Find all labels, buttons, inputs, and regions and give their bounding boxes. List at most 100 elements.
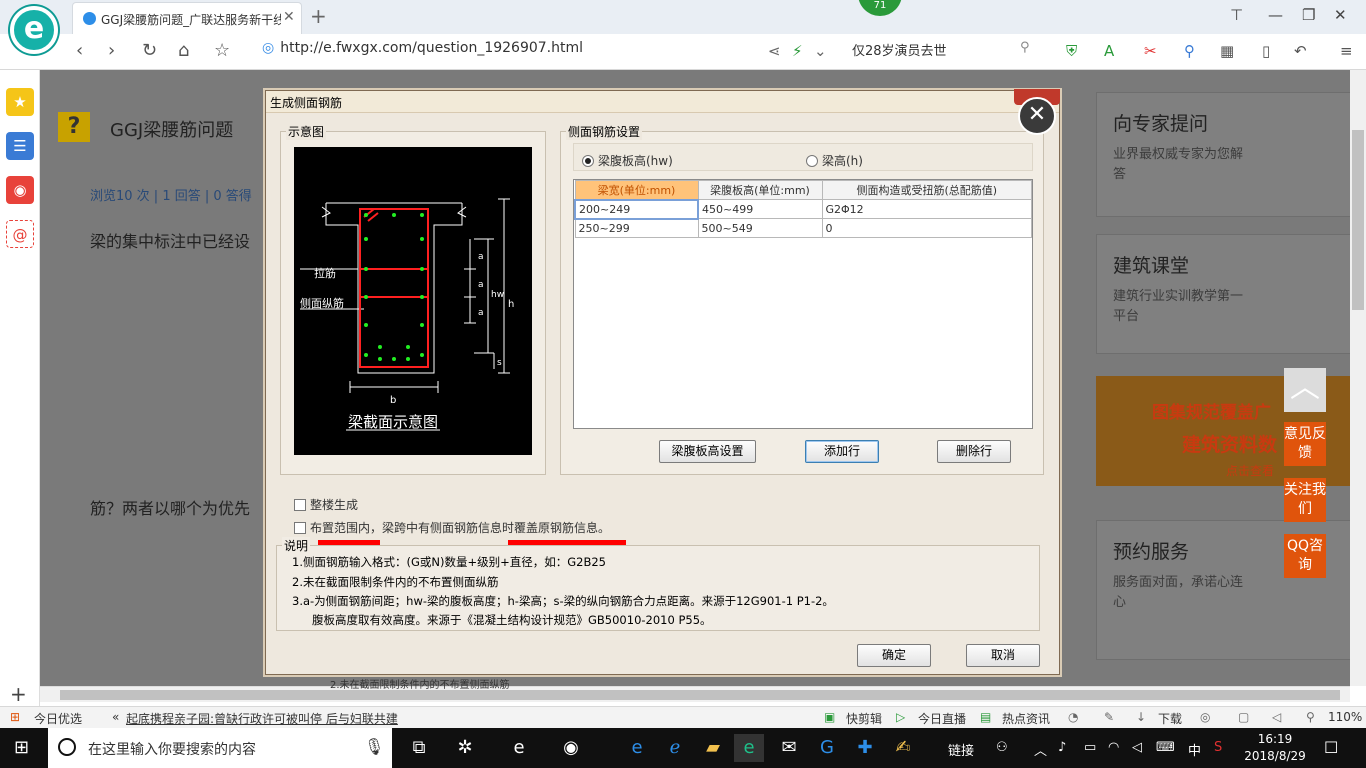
horizontal-scrollbar[interactable] — [40, 686, 1350, 702]
radio-unselected-icon[interactable] — [806, 155, 818, 167]
cancel-button[interactable]: 取消 — [966, 644, 1040, 667]
grid-cell[interactable]: 450~499 — [697, 199, 823, 219]
links-label[interactable]: 链接 — [948, 740, 974, 759]
grid-header[interactable]: 侧面构造或受扭筋(总配筋值) — [821, 180, 1032, 200]
chevron-down-icon[interactable]: ⌄ — [814, 42, 827, 60]
windows-start-icon[interactable]: ⊞ — [14, 737, 29, 758]
forward-icon[interactable]: › — [108, 40, 115, 61]
refresh-icon[interactable]: ↻ — [142, 40, 157, 61]
grid-cell[interactable]: 250~299 — [574, 218, 699, 238]
card-classroom[interactable]: 建筑课堂 建筑行业实训教学第一平台 — [1096, 234, 1366, 354]
radio-selected-icon[interactable] — [582, 155, 594, 167]
grid-cell[interactable]: 500~549 — [697, 218, 823, 238]
web-height-settings-button[interactable]: 梁腹板高设置 — [659, 440, 756, 463]
radio-web-height[interactable]: 梁腹板高(hw) — [582, 152, 673, 169]
feedback-button[interactable]: 意见反馈 — [1284, 422, 1326, 466]
notes-app-icon[interactable]: ✍ — [888, 734, 918, 762]
grid-cell[interactable]: G2Φ12 — [821, 199, 1032, 219]
favorites-icon[interactable]: ★ — [6, 88, 34, 116]
wifi-icon[interactable]: ◠ — [1108, 740, 1119, 755]
radio-beam-height[interactable]: 梁高(h) — [806, 152, 863, 169]
ok-button[interactable]: 确定 — [857, 644, 931, 667]
vertical-scrollbar[interactable] — [1350, 70, 1366, 686]
chk-cover-existing[interactable]: 布置范围内，梁跨中有侧面钢筋信息时覆盖原钢筋信息。 — [294, 519, 610, 536]
microphone-icon[interactable]: 🎙 — [364, 737, 384, 756]
cortana-icon[interactable] — [58, 738, 76, 756]
apps-grid-icon[interactable]: ▦ — [1220, 42, 1234, 60]
follow-us-button[interactable]: 关注我们 — [1284, 478, 1326, 522]
menu-icon[interactable]: ≡ — [1340, 42, 1353, 60]
browser-logo-icon[interactable]: e — [10, 6, 58, 54]
table-row[interactable]: 250~299 500~549 0 — [574, 218, 1032, 238]
restore-icon[interactable]: ❐ — [1302, 6, 1315, 24]
sync-icon[interactable]: ◎ — [1200, 710, 1210, 724]
grid-header[interactable]: 梁腹板高(单位:mm) — [697, 180, 823, 200]
minimize-icon[interactable]: — — [1268, 6, 1283, 24]
status-item-download[interactable]: 下载 — [1158, 710, 1182, 727]
grid-cell[interactable]: 200~249 — [574, 198, 699, 220]
undo-icon[interactable]: ↶ — [1294, 42, 1307, 60]
overlay-close-icon[interactable]: ✕ — [1018, 97, 1056, 135]
scissors-icon[interactable]: ✂ — [1144, 42, 1157, 60]
checkbox-icon[interactable] — [294, 499, 306, 511]
sogou-icon[interactable]: S — [1214, 740, 1222, 755]
close-tab-icon[interactable]: ✕ — [283, 9, 295, 25]
card-ask-expert[interactable]: 向专家提问 业界最权威专家为您解答 — [1096, 92, 1366, 217]
edge-icon[interactable]: e — [504, 734, 534, 762]
translate-icon[interactable]: A — [1104, 42, 1114, 60]
status-item-news[interactable]: 热点资讯 — [1002, 710, 1050, 727]
chevron-left-icon[interactable]: « — [112, 710, 119, 724]
url-field[interactable]: ◎ http://e.fwxgx.com/question_1926907.htm… — [262, 40, 742, 62]
ie-icon[interactable]: ℯ — [660, 734, 690, 762]
add-row-button[interactable]: 添加行 — [805, 440, 879, 463]
weibo-icon[interactable]: ◉ — [6, 176, 34, 204]
grid-cell[interactable]: 0 — [821, 218, 1032, 238]
star-icon[interactable]: ☆ — [214, 40, 230, 61]
speed-icon[interactable]: ◔ — [1068, 710, 1078, 724]
shirt-skin-icon[interactable]: ⊤ — [1230, 6, 1243, 24]
status-item-live[interactable]: 今日直播 — [918, 710, 966, 727]
scroll-thumb[interactable] — [1352, 130, 1364, 310]
shield-icon[interactable]: ⛨ — [1066, 42, 1077, 60]
search-icon[interactable]: ⚲ — [1020, 40, 1030, 55]
keyboard-icon[interactable]: ⌨ — [1156, 740, 1175, 755]
zoom-level[interactable]: 110% — [1328, 710, 1362, 724]
list-icon[interactable]: ☰ — [6, 132, 34, 160]
qq-consult-button[interactable]: QQ咨询 — [1284, 534, 1326, 578]
home-icon[interactable]: ⌂ — [178, 40, 189, 61]
window-icon[interactable]: ▢ — [1238, 710, 1249, 724]
news-label[interactable]: 今日优选 — [34, 710, 82, 727]
magnifier-icon[interactable]: ⚲ — [1184, 42, 1195, 60]
chrome-icon[interactable]: ◉ — [556, 734, 586, 762]
browser-2345-icon[interactable]: e — [734, 734, 764, 762]
action-center-icon[interactable]: ☐ — [1324, 738, 1338, 757]
new-tab-icon[interactable]: + — [310, 4, 327, 28]
back-to-top-button[interactable]: ︿ — [1284, 368, 1326, 412]
delete-row-button[interactable]: 删除行 — [937, 440, 1011, 463]
reading-icon[interactable]: ▯ — [1262, 42, 1270, 60]
email-icon[interactable]: @ — [6, 220, 34, 248]
add-sidebar-icon[interactable]: + — [10, 682, 27, 706]
table-row[interactable]: 200~249 450~499 G2Φ12 — [574, 198, 1032, 220]
battery-icon[interactable]: ▭ — [1084, 740, 1096, 755]
status-item-clip[interactable]: 快剪辑 — [846, 710, 882, 727]
tray-chevron-icon[interactable]: ︿ — [1034, 740, 1047, 759]
share-icon[interactable]: ⋖ — [768, 42, 781, 60]
checkbox-icon[interactable] — [294, 522, 306, 534]
taskbar-clock[interactable]: 16:19 2018/8/29 — [1240, 731, 1310, 765]
pin-icon[interactable]: ✎ — [1104, 710, 1114, 724]
tab-active[interactable]: GGJ梁腰筋问题_广联达服务新干线 ✕ — [72, 2, 302, 34]
chk-whole-building[interactable]: 整楼生成 — [294, 496, 358, 513]
hot-search-field[interactable]: 仅28岁演员去世 ⚲ — [852, 40, 1042, 59]
back-icon[interactable]: ‹ — [76, 40, 83, 61]
folder-icon[interactable]: ▰ — [698, 734, 728, 762]
scroll-thumb[interactable] — [60, 690, 1340, 700]
volume-icon[interactable]: ◁ — [1272, 710, 1281, 724]
close-window-icon[interactable]: ✕ — [1334, 6, 1347, 24]
notification-bell-icon[interactable]: ♪ — [1058, 740, 1066, 755]
ime-mode[interactable]: 中 — [1188, 740, 1201, 759]
lightning-icon[interactable]: ⚡ — [792, 42, 803, 60]
edge-browser-icon[interactable]: e — [622, 734, 652, 762]
speaker-icon[interactable]: ◁ — [1132, 740, 1142, 755]
pinwheel-icon[interactable]: ✲ — [450, 734, 480, 762]
